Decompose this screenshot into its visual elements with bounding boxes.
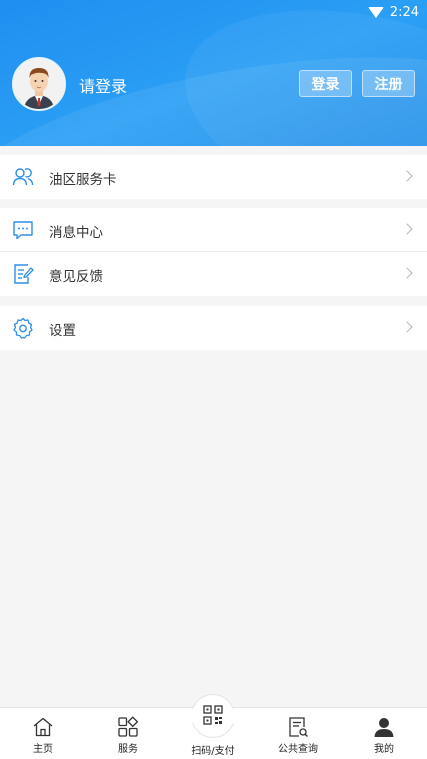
menu-item-label: 油区服务卡	[49, 172, 117, 188]
tab-mine[interactable]: 我的	[354, 708, 414, 759]
tab-label: 公共查询	[278, 744, 318, 755]
tab-home[interactable]: 主页	[13, 708, 73, 759]
login-button[interactable]: 登录	[299, 70, 352, 97]
chevron-right-icon	[401, 321, 413, 333]
chevron-right-icon	[401, 267, 413, 279]
menu-group-settings: 设置	[0, 306, 427, 350]
status-time: 2:24	[389, 4, 419, 20]
qr-code-icon	[203, 705, 223, 725]
chevron-right-icon	[401, 170, 413, 182]
tab-public-query[interactable]: 公共查询	[268, 708, 328, 759]
profile-header: 2:24 请登录 登录 注册	[0, 0, 427, 146]
message-icon	[13, 221, 33, 240]
avatar-man-icon	[14, 59, 64, 109]
tab-services[interactable]: 服务	[98, 708, 158, 759]
tab-label: 我的	[374, 744, 394, 755]
tab-label: 主页	[33, 744, 53, 755]
avatar[interactable]	[12, 57, 66, 111]
people-icon	[12, 168, 34, 186]
person-icon	[374, 718, 394, 737]
gear-icon	[13, 317, 33, 339]
register-button[interactable]: 注册	[362, 70, 415, 97]
tab-label: 服务	[118, 744, 138, 755]
home-icon	[33, 717, 53, 737]
wifi-icon	[367, 6, 384, 18]
menu-item-label: 消息中心	[49, 225, 103, 241]
grid-icon	[118, 716, 139, 737]
bottom-tab-bar: 主页 服务 扫码/支付 公共查询 我的	[0, 694, 427, 759]
menu-item-label: 设置	[49, 323, 76, 339]
tab-scan-pay[interactable]: 扫码/支付	[183, 705, 243, 759]
menu-group-service-card: 油区服务卡	[0, 155, 427, 199]
menu-group-messages: 消息中心 意见反馈	[0, 208, 427, 296]
menu-item-label: 意见反馈	[49, 269, 103, 285]
menu-item-message-center[interactable]: 消息中心	[0, 208, 427, 252]
status-bar: 2:24	[367, 3, 419, 21]
login-prompt[interactable]: 请登录	[79, 73, 127, 97]
menu-item-settings[interactable]: 设置	[0, 306, 427, 350]
menu-item-service-card[interactable]: 油区服务卡	[0, 155, 427, 199]
document-search-icon	[289, 717, 308, 737]
tab-label: 扫码/支付	[191, 746, 235, 757]
menu-item-feedback[interactable]: 意见反馈	[0, 252, 427, 296]
chevron-right-icon	[401, 223, 413, 235]
feedback-icon	[14, 264, 34, 284]
